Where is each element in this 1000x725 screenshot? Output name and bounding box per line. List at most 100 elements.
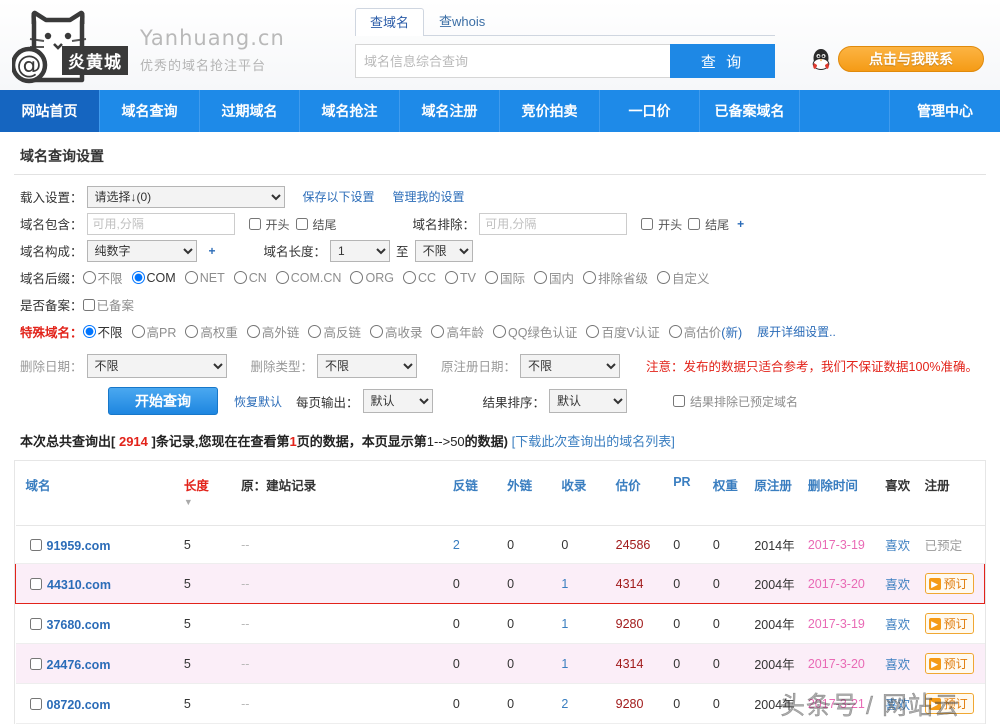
indexed-link[interactable]: 1	[561, 617, 568, 631]
expand-settings-link[interactable]: 展开详细设置..	[757, 323, 836, 340]
row-select-checkbox[interactable]	[30, 698, 42, 710]
suffix-radio-cc[interactable]	[403, 271, 416, 284]
special-option-highoutlink[interactable]: 高外链	[247, 322, 300, 341]
orig-reg-date-select[interactable]: 不限	[520, 354, 620, 378]
special-radio-highbacklink[interactable]	[308, 325, 321, 338]
suffix-option-cc[interactable]: CC	[403, 271, 436, 285]
header-orig-reg[interactable]: 原注册	[754, 461, 808, 526]
favorite-link[interactable]: 喜欢	[885, 698, 910, 712]
nav-item-domain-backorder[interactable]: 域名抢注	[300, 90, 400, 132]
exclude-head-checkbox[interactable]	[641, 218, 653, 230]
beian-checkbox[interactable]	[83, 299, 95, 311]
domain-compose-select[interactable]: 纯数字	[87, 240, 197, 262]
suffix-radio-com[interactable]	[132, 271, 145, 284]
nav-item-domain-register[interactable]: 域名注册	[400, 90, 500, 132]
suffix-radio-net[interactable]	[185, 271, 198, 284]
suffix-option-org[interactable]: ORG	[350, 271, 393, 285]
header-domain[interactable]: 域名	[16, 461, 184, 526]
suffix-radio-domestic[interactable]	[534, 271, 547, 284]
suffix-radio-buxian[interactable]	[83, 271, 96, 284]
backlink-link[interactable]: 2	[453, 538, 460, 552]
indexed-link[interactable]: 2	[561, 697, 568, 711]
exclude-add-button[interactable]: +	[737, 217, 744, 231]
special-radio-highpr[interactable]	[132, 325, 145, 338]
table-row[interactable]: 44310.com5--0014314002004年2017-3-20喜欢▶预订	[16, 564, 985, 604]
exclude-tail-checkbox[interactable]	[688, 218, 700, 230]
header-backlink[interactable]: 反链	[453, 461, 507, 526]
save-settings-link[interactable]: 保存以下设置	[303, 188, 375, 205]
suffix-option-cn[interactable]: CN	[234, 271, 267, 285]
favorite-link[interactable]: 喜欢	[885, 618, 910, 632]
domain-length-from-select[interactable]: 1	[330, 240, 390, 262]
book-button[interactable]: ▶预订	[925, 573, 974, 594]
special-radio-baiduv[interactable]	[586, 325, 599, 338]
table-row[interactable]: 91959.com5--20024586002014年2017-3-19喜欢已预…	[16, 526, 985, 564]
book-button[interactable]: ▶预订	[925, 653, 974, 674]
exclude-tail-checkbox-label[interactable]: 结尾	[684, 215, 729, 233]
row-select-checkbox[interactable]	[30, 658, 42, 670]
per-page-select[interactable]: 默认	[363, 389, 433, 413]
include-head-checkbox[interactable]	[249, 218, 261, 230]
suffix-option-buxian[interactable]: 不限	[83, 268, 123, 287]
special-option-highpr[interactable]: 高PR	[132, 322, 177, 341]
special-radio-highoutlink[interactable]	[247, 325, 260, 338]
search-input[interactable]	[355, 44, 670, 78]
sort-desc-icon[interactable]: ▼	[184, 497, 241, 507]
suffix-option-net[interactable]: NET	[185, 271, 225, 285]
header-indexed[interactable]: 收录	[561, 461, 615, 526]
domain-include-input[interactable]	[87, 213, 235, 235]
manage-settings-link[interactable]: 管理我的设置	[393, 188, 465, 205]
suffix-option-comcn[interactable]: COM.CN	[276, 271, 342, 285]
result-sort-select[interactable]: 默认	[549, 389, 627, 413]
tab-search-domain[interactable]: 查域名	[355, 8, 424, 36]
domain-link[interactable]: 24476.com	[47, 658, 111, 672]
special-radio-highweight[interactable]	[185, 325, 198, 338]
contact-button[interactable]: 点击与我联系	[838, 46, 984, 72]
suffix-option-exclude-province[interactable]: 排除省级	[583, 268, 648, 287]
table-row[interactable]: 37680.com5--0019280002004年2017-3-19喜欢▶预订	[16, 604, 985, 644]
row-select-checkbox[interactable]	[30, 618, 42, 630]
special-option-highprice[interactable]: 高估价(新)	[669, 322, 742, 341]
suffix-option-tv[interactable]: TV	[445, 271, 476, 285]
header-outlink[interactable]: 外链	[507, 461, 561, 526]
nav-item-domain-query[interactable]: 域名查询	[100, 90, 200, 132]
header-length[interactable]: 长度 ▼	[184, 461, 241, 526]
suffix-option-domestic[interactable]: 国内	[534, 268, 574, 287]
compose-add-button[interactable]: +	[209, 244, 216, 258]
domain-length-to-select[interactable]: 不限	[415, 240, 473, 262]
row-select-checkbox[interactable]	[30, 578, 42, 590]
header-delete-time[interactable]: 删除时间	[808, 461, 885, 526]
indexed-link[interactable]: 1	[561, 577, 568, 591]
suffix-radio-tv[interactable]	[445, 271, 458, 284]
nav-item-fixed-price[interactable]: 一口价	[600, 90, 700, 132]
suffix-radio-exclude-province[interactable]	[583, 271, 596, 284]
book-button[interactable]: ▶预订	[925, 693, 974, 714]
suffix-radio-intl[interactable]	[485, 271, 498, 284]
favorite-link[interactable]: 喜欢	[885, 658, 910, 672]
exclude-head-checkbox-label[interactable]: 开头	[637, 215, 682, 233]
special-radio-highindexed[interactable]	[370, 325, 383, 338]
domain-link[interactable]: 08720.com	[47, 698, 111, 712]
include-tail-checkbox-label[interactable]: 结尾	[292, 215, 337, 233]
exclude-booked-option[interactable]: 结果排除已预定域名	[669, 392, 798, 410]
qq-penguin-icon[interactable]	[812, 48, 830, 73]
special-radio-buxian[interactable]	[83, 325, 96, 338]
suffix-radio-cn[interactable]	[234, 271, 247, 284]
special-option-highweight[interactable]: 高权重	[185, 322, 238, 341]
domain-link[interactable]: 44310.com	[47, 578, 111, 592]
table-row[interactable]: 24476.com5--0014314002004年2017-3-20喜欢▶预订	[16, 644, 985, 684]
special-option-highindexed[interactable]: 高收录	[370, 322, 423, 341]
header-estimate[interactable]: 估价	[616, 461, 674, 526]
special-option-highage[interactable]: 高年龄	[431, 322, 484, 341]
start-query-button[interactable]: 开始查询	[108, 387, 218, 415]
restore-default-link[interactable]: 恢复默认	[234, 393, 282, 410]
delete-type-select[interactable]: 不限	[317, 354, 417, 378]
suffix-option-com[interactable]: COM	[132, 271, 176, 285]
include-tail-checkbox[interactable]	[296, 218, 308, 230]
nav-item-expired-domain[interactable]: 过期域名	[200, 90, 300, 132]
special-option-baiduv[interactable]: 百度V认证	[586, 322, 659, 341]
special-option-qqgreen[interactable]: QQ绿色认证	[493, 322, 577, 341]
nav-item-admin-center[interactable]: 管理中心	[890, 90, 1000, 132]
nav-item-auction[interactable]: 竞价拍卖	[500, 90, 600, 132]
tab-search-whois[interactable]: 查whois	[424, 7, 500, 35]
